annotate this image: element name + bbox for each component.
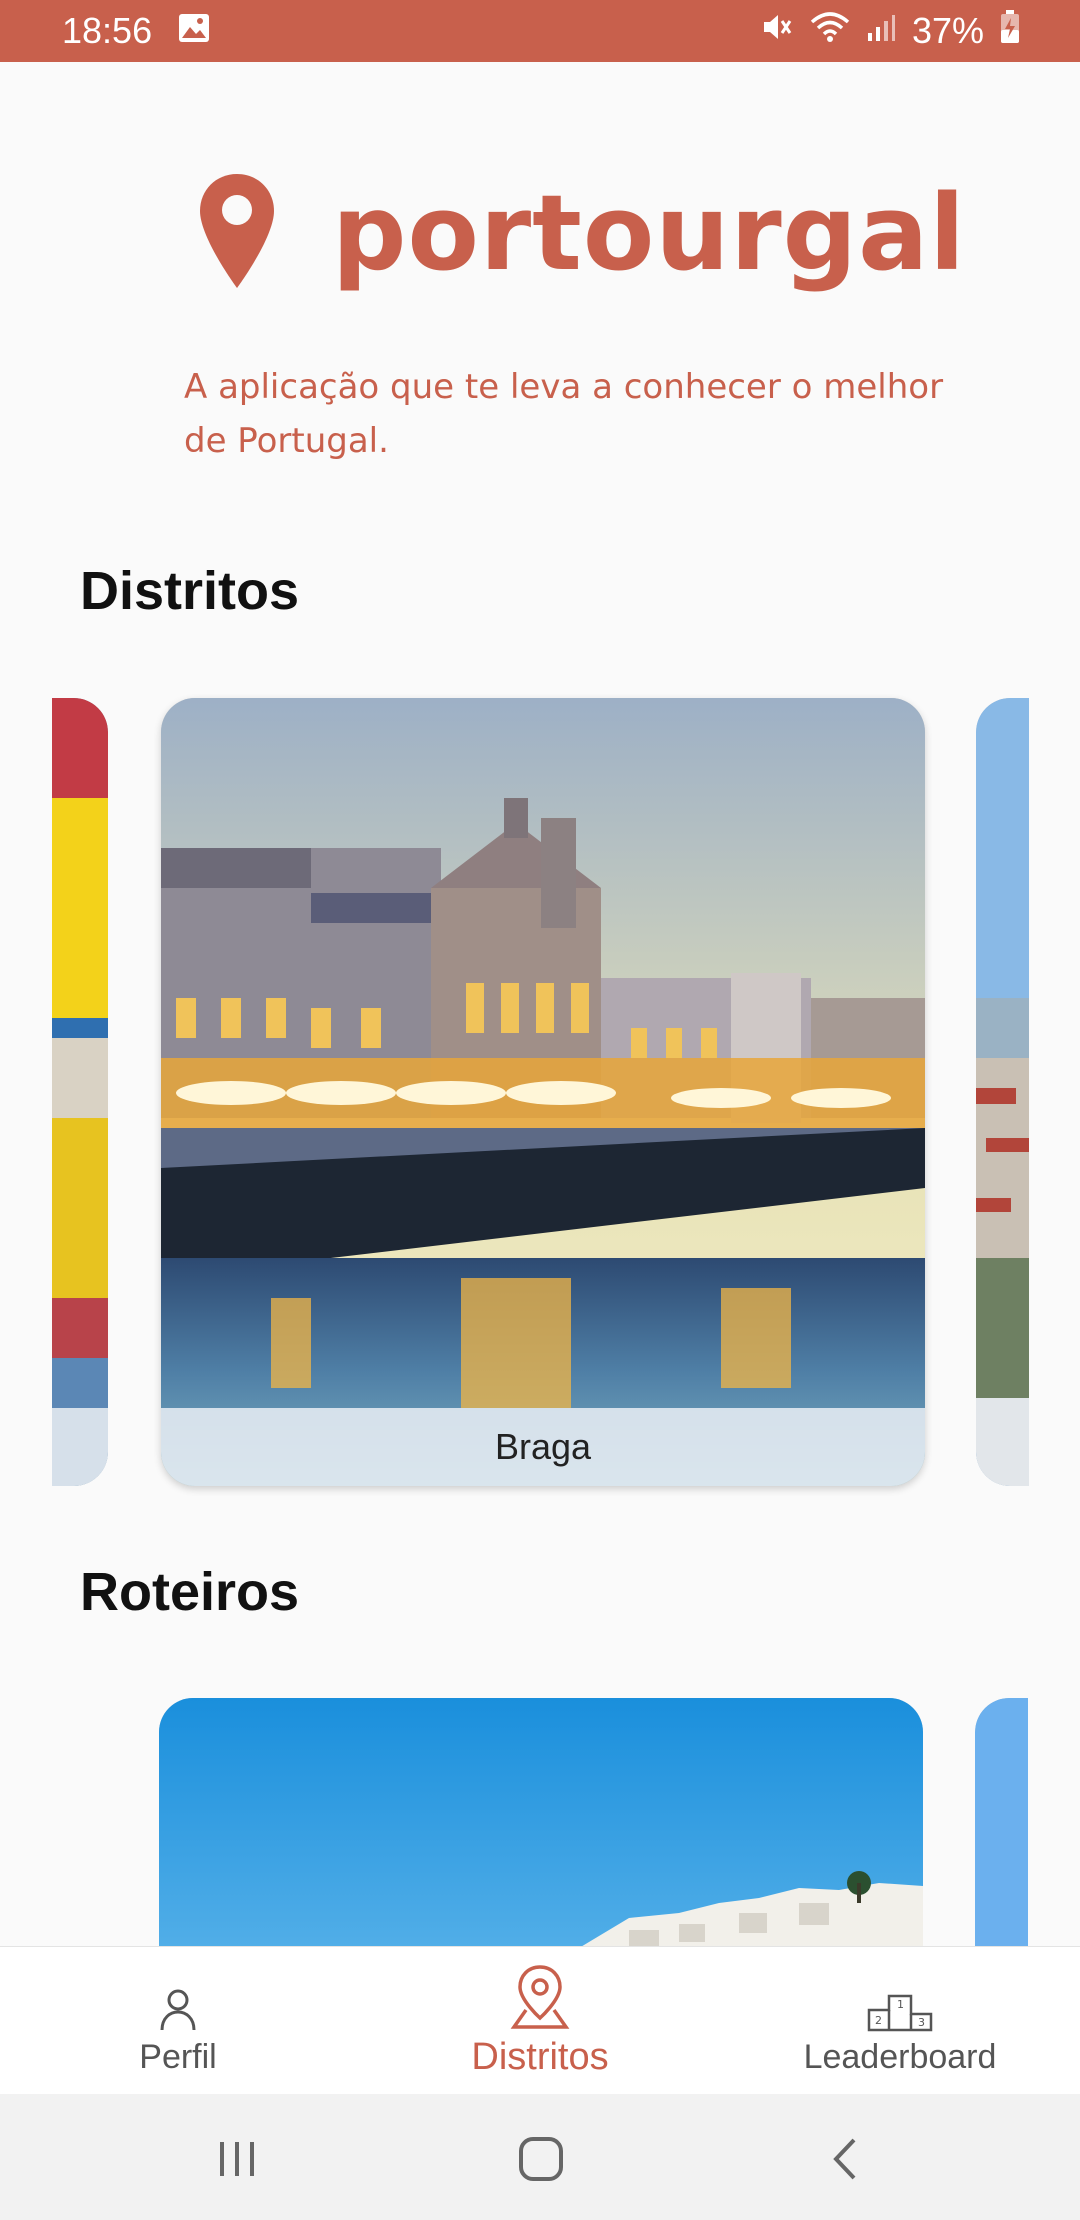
district-card-braga[interactable]: Braga xyxy=(161,698,925,1486)
battery-charging-icon xyxy=(1000,9,1020,53)
map-pin-icon xyxy=(508,1964,572,2030)
status-time: 18:56 xyxy=(62,10,153,51)
district-card-label: Braga xyxy=(161,1408,925,1486)
braga-square-photo xyxy=(161,698,925,1486)
nav-item-label: Perfil xyxy=(139,2037,217,2076)
nav-item-leaderboard[interactable]: 1 2 3 Leaderboard xyxy=(750,1947,1050,2095)
app-tagline: A aplicação que te leva a conhecer o mel… xyxy=(184,367,944,461)
map-pin-logo-icon xyxy=(198,172,276,295)
nav-item-label: Distritos xyxy=(471,2035,609,2078)
signal-icon xyxy=(866,10,896,52)
podium-icon: 1 2 3 xyxy=(867,1966,933,2032)
recents-button[interactable] xyxy=(218,2138,258,2183)
system-navigation-bar xyxy=(0,2094,1080,2220)
wifi-icon xyxy=(810,10,850,53)
svg-text:2: 2 xyxy=(875,2014,882,2027)
district-card[interactable] xyxy=(52,698,108,1486)
nav-item-perfil[interactable]: Perfil xyxy=(28,1947,328,2095)
status-bar: 18:56 37% xyxy=(0,0,1080,62)
colorful-houses-photo xyxy=(52,698,108,1486)
svg-text:1: 1 xyxy=(897,1998,904,2011)
app-logo: portourgal xyxy=(198,168,966,298)
home-button[interactable] xyxy=(518,2136,564,2187)
battery-percentage: 37% xyxy=(911,10,984,51)
nav-item-label: Leaderboard xyxy=(803,2037,997,2076)
person-icon xyxy=(158,1966,198,2032)
hillside-town-photo xyxy=(976,698,1029,1486)
section-title-distritos: Distritos xyxy=(80,561,300,621)
image-icon xyxy=(178,10,210,52)
svg-text:3: 3 xyxy=(918,2016,925,2029)
mute-icon xyxy=(760,10,794,53)
bottom-navigation: Perfil Distritos 1 2 3 Leaderboard xyxy=(0,1946,1080,2095)
section-title-roteiros: Roteiros xyxy=(80,1562,300,1622)
nav-item-distritos[interactable]: Distritos xyxy=(390,1947,690,2095)
app-name: portourgal xyxy=(332,172,966,294)
district-card[interactable] xyxy=(976,698,1029,1486)
back-button[interactable] xyxy=(830,2136,860,2187)
